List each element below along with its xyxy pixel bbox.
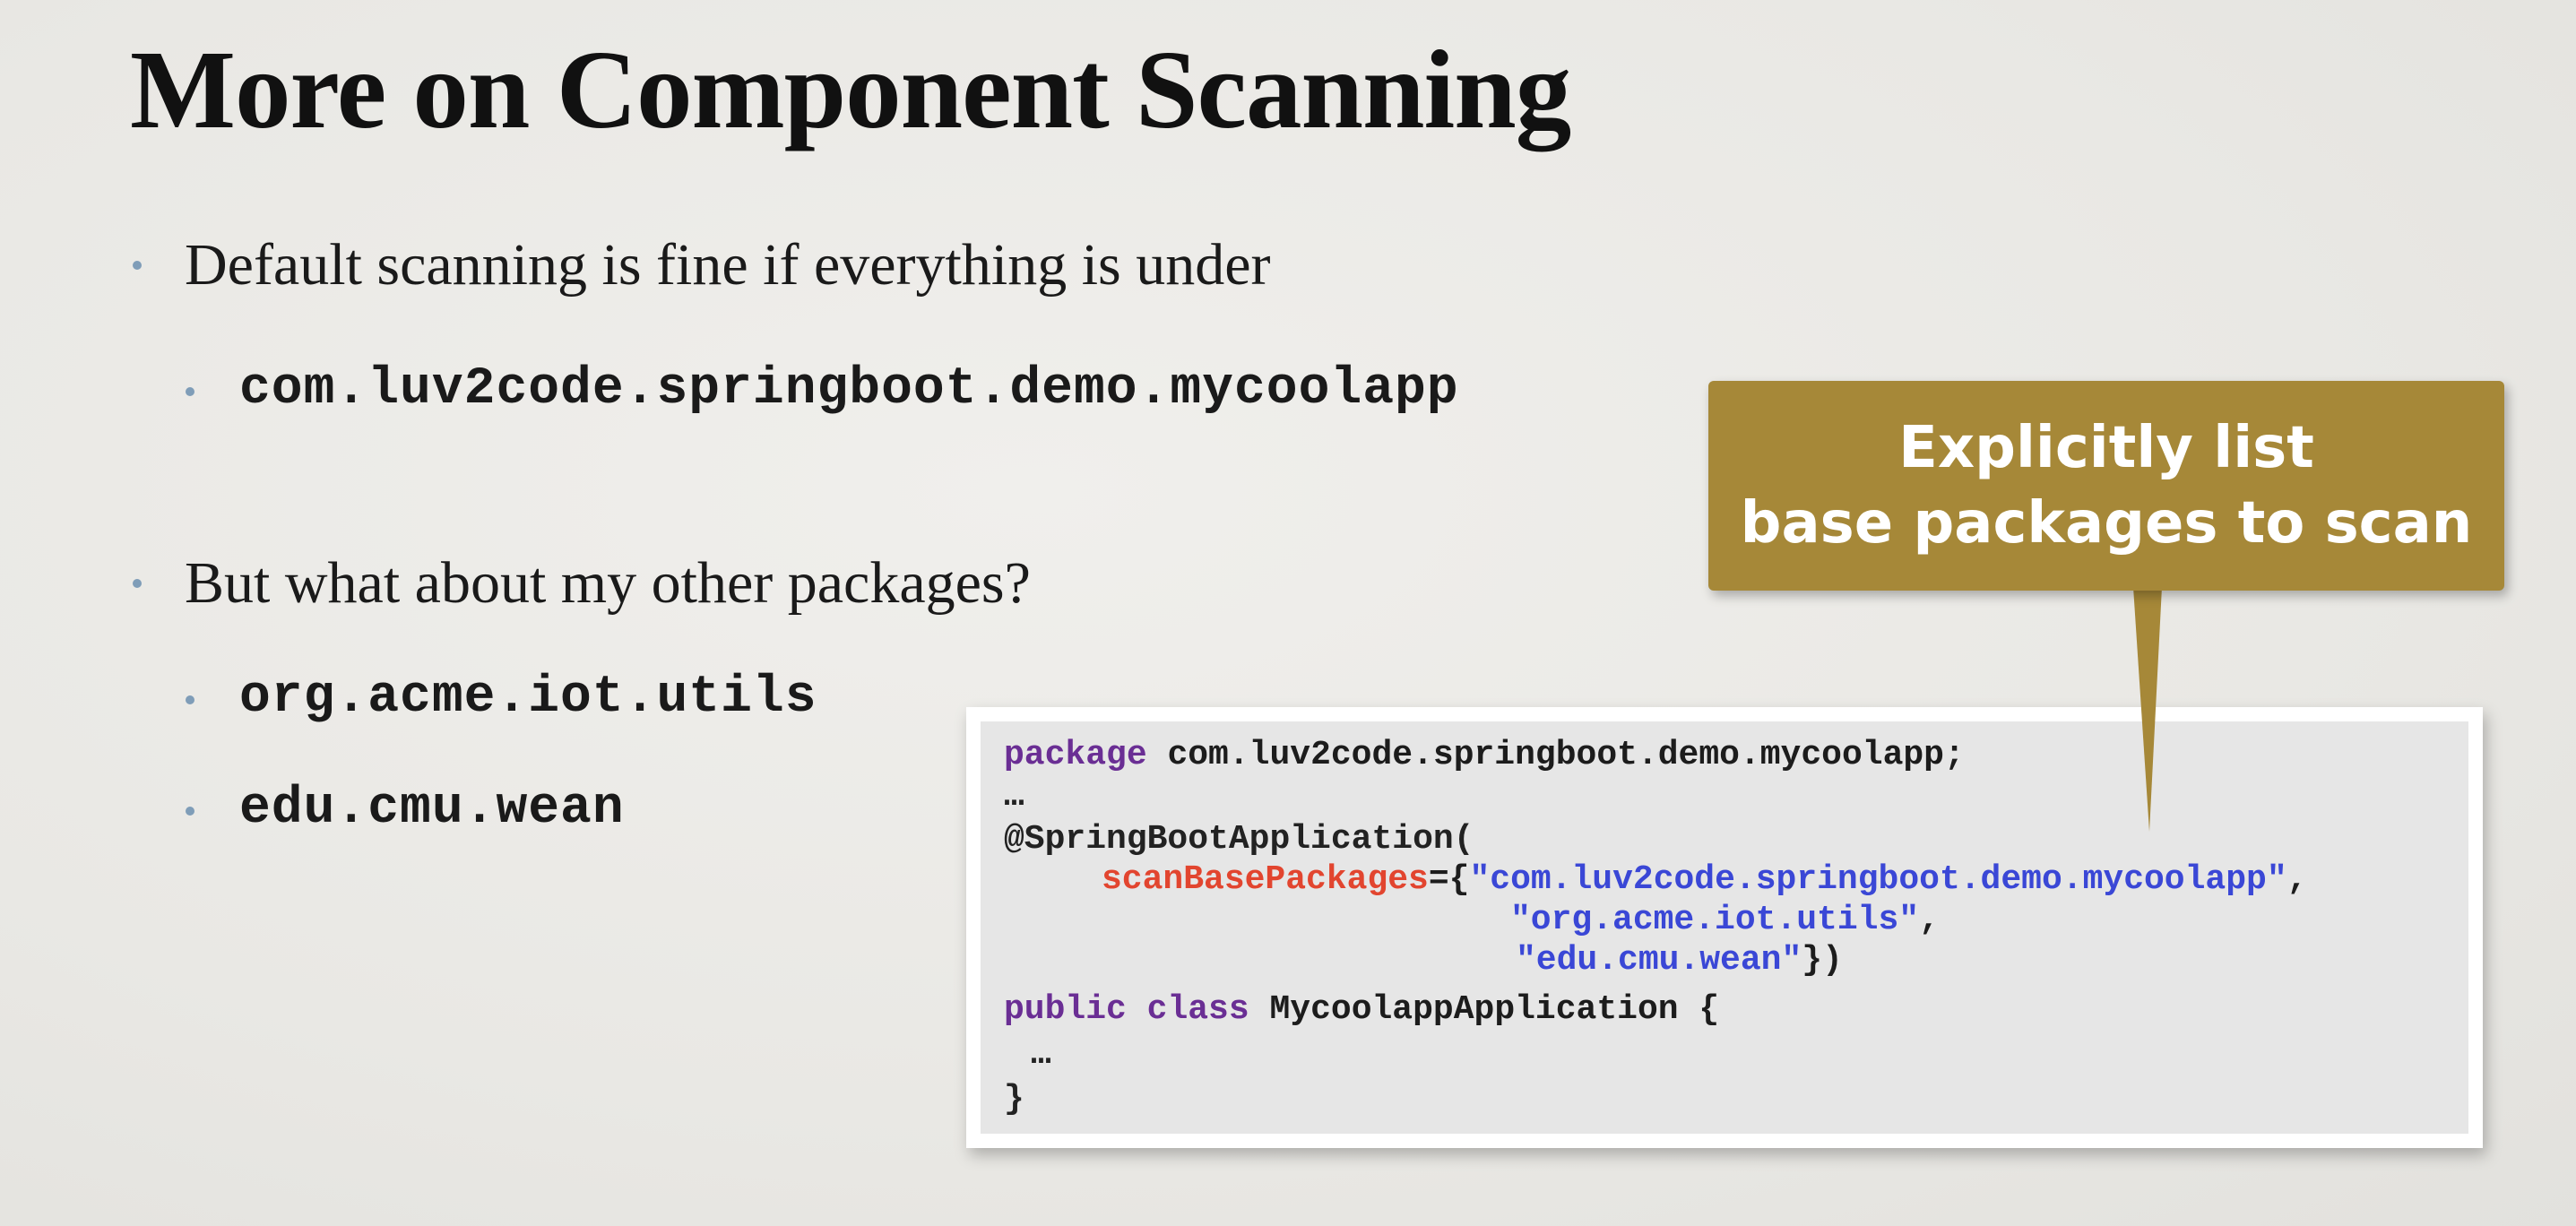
- code-text: com.luv2code.springboot.demo.mycoolapp;: [1146, 736, 1965, 774]
- code-text: }): [1802, 941, 1843, 980]
- code-line-scan-base-packages: scanBasePackages={"com.luv2code.springbo…: [1102, 860, 2307, 899]
- code-string: "edu.cmu.wean": [1516, 941, 1802, 980]
- code-line-annotation: @SpringBootApplication(: [1004, 820, 1474, 859]
- code-line-closing-brace: }: [1004, 1080, 1024, 1118]
- code-string: "com.luv2code.springboot.demo.mycoolapp": [1469, 860, 2287, 899]
- sub-bullet-cmu-package: edu.cmu.wean: [239, 780, 625, 838]
- sub-bullet-default-package: com.luv2code.springboot.demo.mycoolapp: [239, 360, 1459, 419]
- code-line-body-ellipsis: …: [1031, 1035, 1051, 1074]
- code-line-acme-string: "org.acme.iot.utils",: [1510, 901, 1940, 939]
- callout-line-2: base packages to scan: [1740, 490, 2473, 557]
- sub-bullet-acme-package: org.acme.iot.utils: [239, 669, 817, 727]
- code-keyword: package: [1004, 736, 1147, 774]
- code-text: ,: [1919, 901, 1940, 939]
- code-keyword: public: [1004, 990, 1127, 1029]
- code-snippet-background: package com.luv2code.springboot.demo.myc…: [981, 721, 2468, 1134]
- callout-line-1: Explicitly list: [1898, 415, 2314, 481]
- callout-box: Explicitly list base packages to scan: [1708, 381, 2504, 591]
- bullet-default-scanning: Default scanning is fine if everything i…: [185, 232, 1271, 298]
- bullet-other-packages: But what about my other packages?: [185, 550, 1031, 616]
- code-snippet-panel: package com.luv2code.springboot.demo.myc…: [966, 707, 2483, 1148]
- code-keyword: class: [1146, 990, 1249, 1029]
- bullet-dot: [133, 579, 142, 588]
- code-text: ={: [1428, 860, 1470, 899]
- code-line-package: package com.luv2code.springboot.demo.myc…: [1004, 736, 1965, 774]
- sub-bullet-dot: [186, 387, 194, 396]
- code-text: MycoolappApplication {: [1249, 990, 1720, 1029]
- code-line-ellipsis: …: [1004, 777, 1024, 816]
- code-attribute: scanBasePackages: [1102, 860, 1429, 899]
- code-line-cmu-string: "edu.cmu.wean"}): [1516, 941, 1843, 980]
- bullet-dot: [133, 261, 142, 270]
- sub-bullet-dot: [186, 807, 194, 816]
- code-string: "org.acme.iot.utils": [1510, 901, 1920, 939]
- slide-title: More on Component Scanning: [130, 29, 1571, 152]
- code-line-class-declaration: public class MycoolappApplication {: [1004, 990, 1719, 1029]
- sub-bullet-dot: [186, 695, 194, 704]
- code-text: ,: [2286, 860, 2308, 899]
